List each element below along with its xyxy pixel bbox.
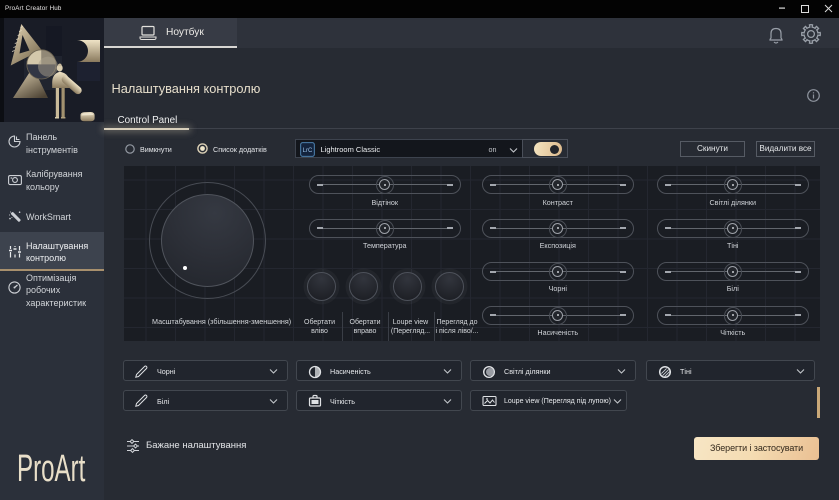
svg-text:LrC: LrC: [303, 148, 313, 154]
